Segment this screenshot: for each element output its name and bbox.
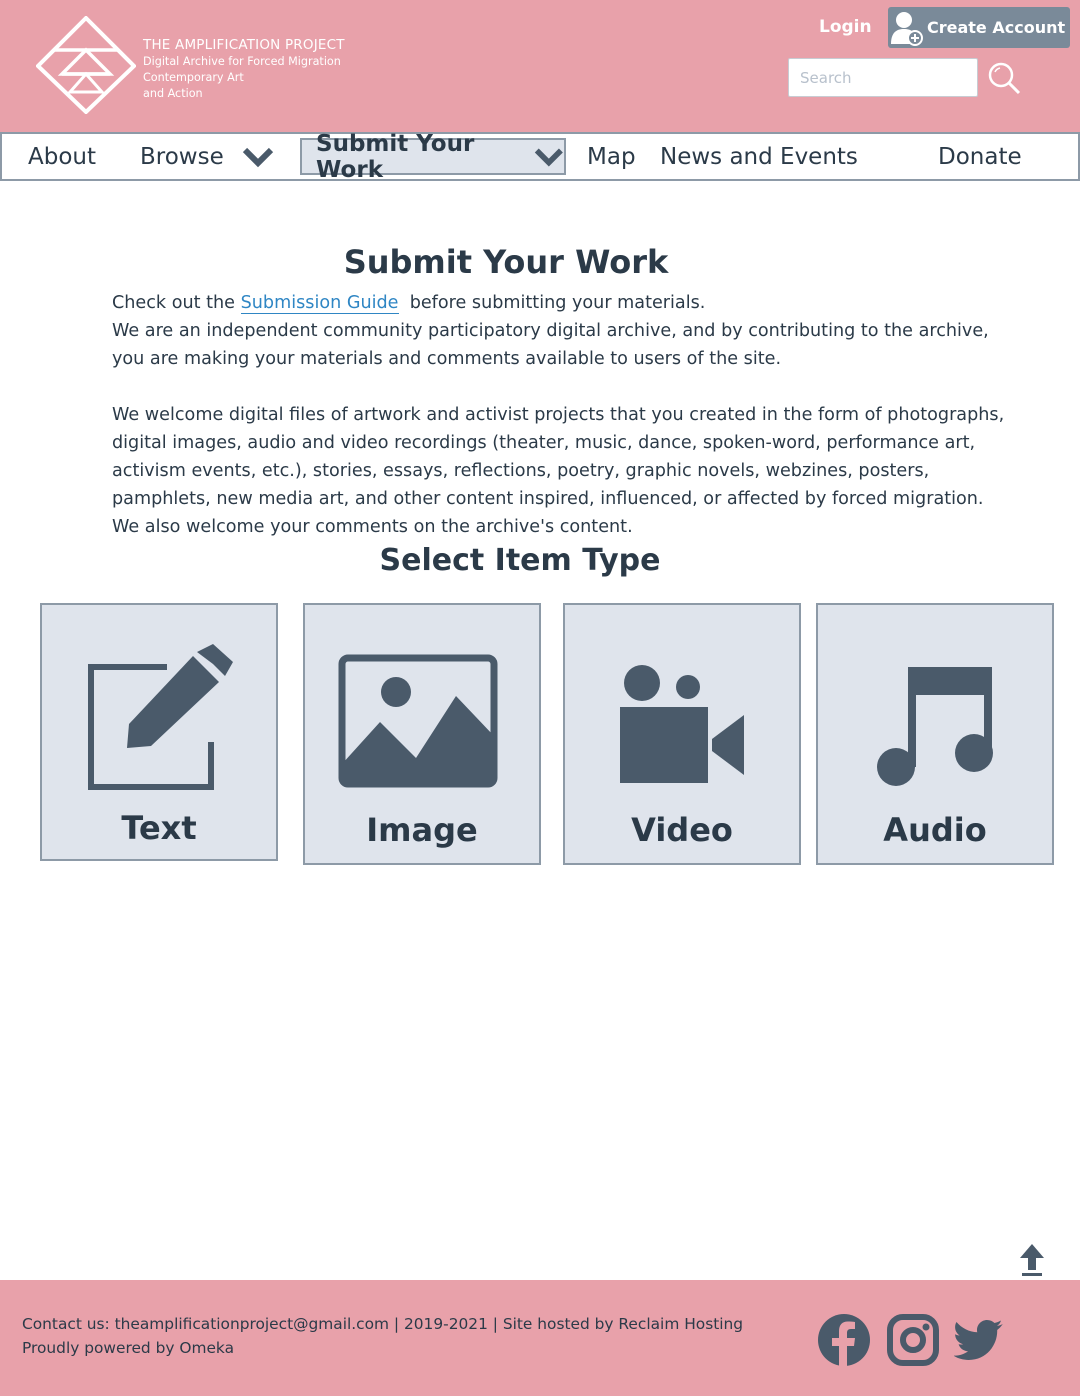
facebook-icon[interactable] (817, 1313, 871, 1367)
brand-subtitle-2: Contemporary Art (143, 71, 244, 84)
nav-submit-label: Submit Your Work (316, 130, 475, 183)
nav-browse-label: Browse (140, 143, 224, 170)
nav-about[interactable]: About (28, 134, 96, 179)
brand-subtitle-1: Digital Archive for Forced Migration (143, 55, 341, 68)
nav-news-events[interactable]: News and Events (660, 134, 858, 179)
nav-map[interactable]: Map (587, 134, 636, 179)
intro-paragraph: Check out the Submission Guide before su… (112, 289, 1012, 373)
chevron-down-icon[interactable] (242, 146, 274, 168)
footer-text: Contact us: theamplificationproject@gmai… (22, 1312, 743, 1360)
item-type-video-label: Video (631, 811, 733, 849)
twitter-icon[interactable] (954, 1313, 1004, 1367)
amplification-logo[interactable] (36, 16, 136, 114)
nav-news-label: News and Events (660, 143, 858, 170)
search-icon[interactable] (987, 61, 1021, 95)
item-type-image-label: Image (366, 811, 478, 849)
create-account-label: Create Account (927, 18, 1066, 37)
nav-browse[interactable]: Browse (140, 134, 274, 179)
search-input[interactable] (788, 58, 978, 97)
instagram-icon[interactable] (886, 1313, 940, 1367)
item-type-audio-label: Audio (883, 811, 987, 849)
item-type-image[interactable]: Image (303, 603, 541, 865)
video-camera-icon (620, 665, 744, 783)
brand-title: THE AMPLIFICATION PROJECT (143, 37, 345, 53)
site-footer: Contact us: theamplificationproject@gmai… (0, 1280, 1080, 1396)
intro-prefix: Check out the (112, 293, 241, 313)
item-type-audio[interactable]: Audio (816, 603, 1054, 865)
nav-donate-label: Donate (938, 143, 1022, 170)
item-type-text[interactable]: Text (40, 603, 278, 861)
footer-contact: Contact us: theamplificationproject@gmai… (22, 1315, 744, 1333)
nav-submit-your-work[interactable]: Submit Your Work (300, 131, 566, 183)
nav-donate[interactable]: Donate (938, 134, 1022, 179)
music-note-icon (877, 667, 993, 786)
submission-guide-link[interactable]: Submission Guide (240, 293, 399, 314)
back-to-top-icon[interactable] (1020, 1244, 1044, 1276)
select-item-type-heading: Select Item Type (379, 543, 661, 578)
edit-icon (88, 644, 233, 790)
create-account-button[interactable]: Create Account (888, 7, 1070, 48)
chevron-down-icon[interactable] (534, 146, 564, 168)
nav-about-label: About (28, 143, 97, 170)
welcome-paragraph: We welcome digital files of artwork and … (112, 405, 1005, 537)
item-type-video[interactable]: Video (563, 603, 801, 865)
image-icon (338, 654, 498, 788)
footer-powered-by: Proudly powered by Omeka (22, 1339, 234, 1357)
brand-subtitle-3: and Action (143, 87, 203, 100)
site-header: THE AMPLIFICATION PROJECT Digital Archiv… (0, 0, 1080, 132)
brand-text[interactable]: THE AMPLIFICATION PROJECT Digital Archiv… (143, 37, 345, 102)
item-type-text-label: Text (121, 809, 197, 847)
intro-line2: We are an independent community particip… (112, 321, 989, 369)
login-link[interactable]: Login (819, 17, 872, 37)
intro-suffix: before submitting your materials. (409, 293, 706, 313)
add-user-icon (888, 7, 926, 48)
nav-map-label: Map (587, 143, 636, 170)
main-nav: About Browse Submit Your Work Map News a… (0, 131, 1080, 183)
page-title: Submit Your Work (343, 243, 669, 281)
